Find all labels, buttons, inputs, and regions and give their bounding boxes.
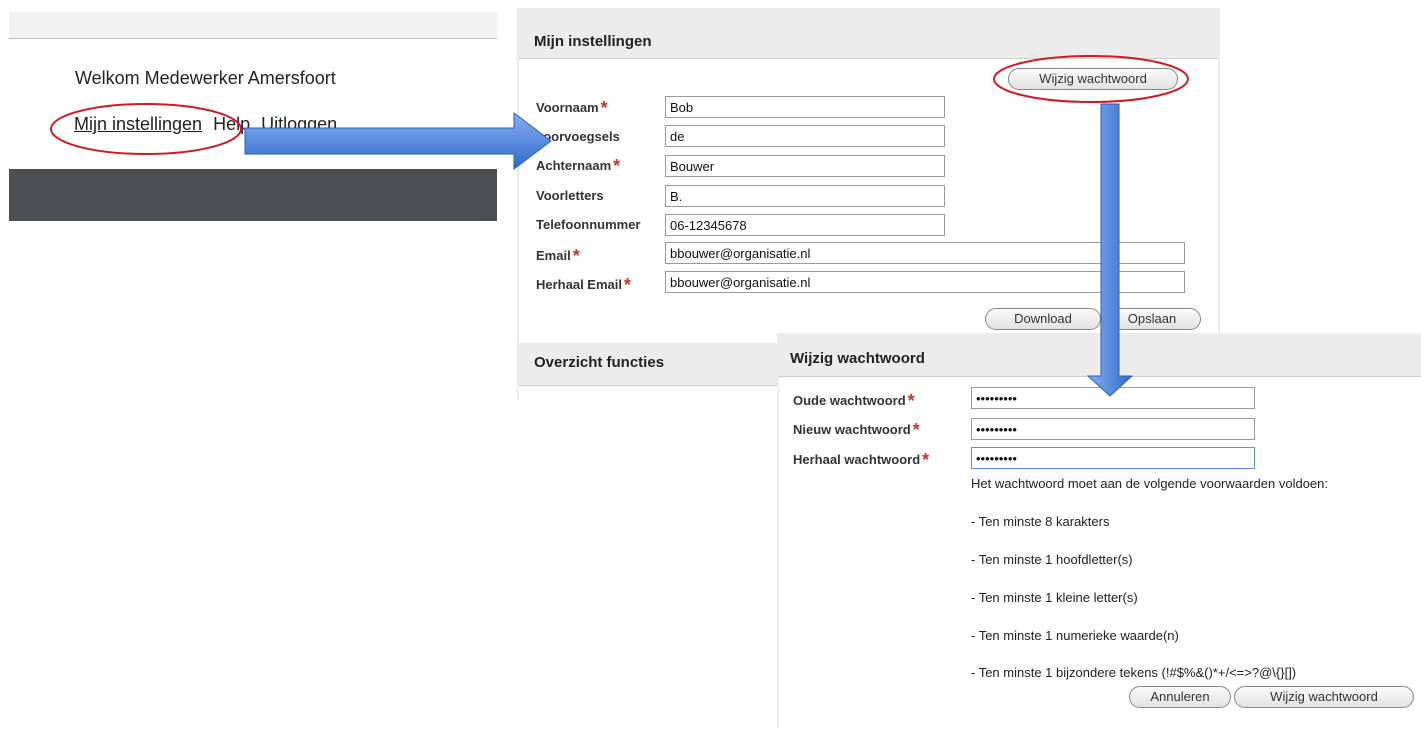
arrow-right-icon [244, 111, 552, 171]
arrow-down-icon [1086, 103, 1134, 397]
highlight-ellipse [50, 103, 242, 155]
annotation-overlay [50, 55, 1189, 397]
highlight-ellipse [993, 55, 1189, 103]
